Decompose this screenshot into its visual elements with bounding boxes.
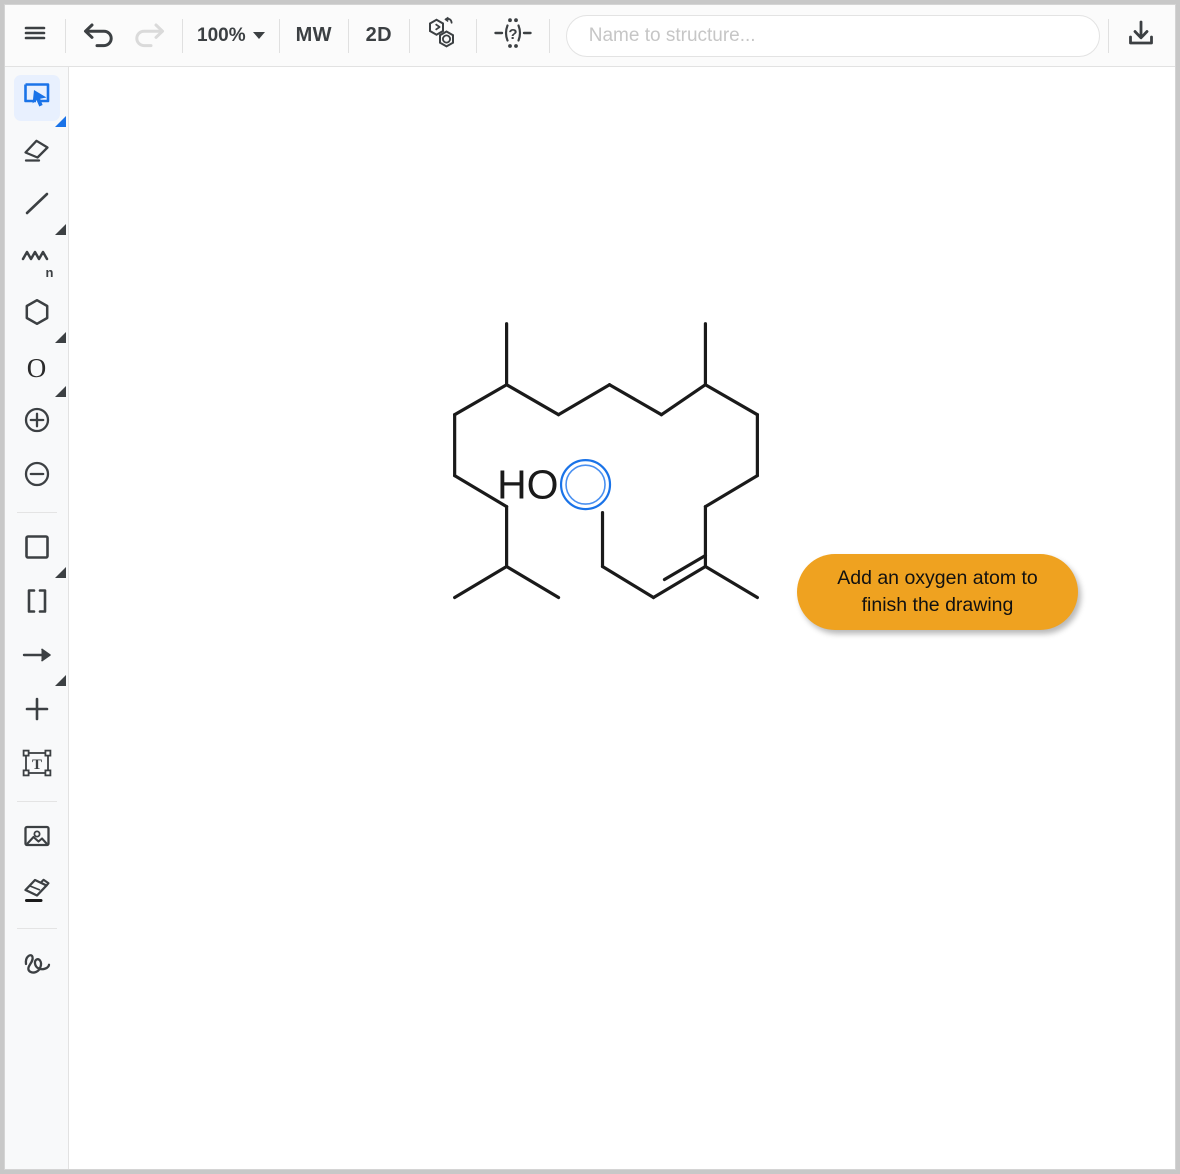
bond-top-2 <box>556 383 612 417</box>
svg-text:?: ? <box>508 26 517 43</box>
toolbar-divider-4 <box>347 18 349 53</box>
toolbar-right-group <box>1100 14 1175 58</box>
sidebar-item-image-tool[interactable] <box>14 815 60 861</box>
hexagon-ring-icon <box>22 297 52 332</box>
bond-right-2 <box>703 474 759 509</box>
bond-isopropyl-right <box>505 564 561 600</box>
atom-label-hydroxyl[interactable]: HO <box>497 462 558 508</box>
minus-circle-icon <box>22 459 52 494</box>
plus-sign-icon <box>22 694 52 729</box>
chevron-down-icon <box>252 32 265 39</box>
sidebar-item-arrow-tool[interactable] <box>14 634 66 686</box>
top-toolbar: 100% MW 2D ? Name to structure... <box>5 5 1175 67</box>
molecular-weight-button[interactable]: MW <box>288 14 340 58</box>
bond-to-oxygen-carbon <box>600 564 656 600</box>
toolbar-divider-5 <box>408 18 410 53</box>
sidebar-item-atom-tool[interactable]: O <box>14 345 66 397</box>
atom-selection-highlight <box>559 459 612 511</box>
tooltip-line-2: finish the drawing <box>861 594 1014 616</box>
toolbar-divider-3 <box>278 18 280 53</box>
toolbar-divider-1 <box>65 18 66 53</box>
submenu-indicator[interactable] <box>54 386 66 397</box>
undo-button[interactable] <box>74 14 124 58</box>
sidebar-item-chain-tool[interactable]: n <box>14 237 60 283</box>
atom-oxygen-icon: O <box>26 352 47 383</box>
submenu-indicator[interactable] <box>54 332 66 343</box>
sidebar-item-text-tool[interactable]: T <box>14 742 60 788</box>
bond-top-1 <box>505 383 561 417</box>
sidebar-item-plus-tool[interactable] <box>14 688 60 734</box>
hamburger-menu-icon <box>22 20 48 51</box>
double-bond-inner-line <box>662 553 708 582</box>
image-icon <box>22 821 52 856</box>
sidebar-divider-1 <box>16 512 57 513</box>
squiggle-icon <box>21 948 53 983</box>
toolbar-divider-2 <box>182 18 183 53</box>
save-download-button[interactable] <box>1117 14 1165 58</box>
undo-arrow-icon <box>82 18 116 53</box>
redo-button[interactable] <box>124 14 174 58</box>
eraser-icon <box>22 135 52 170</box>
square-shape-icon <box>22 532 52 567</box>
sidebar-item-charge-minus-tool[interactable] <box>14 453 60 499</box>
bond-right-1 <box>703 383 759 417</box>
sidebar-item-selection-tool[interactable] <box>13 75 66 127</box>
arrow-right-icon <box>21 642 53 673</box>
sidebar-item-ring-tool[interactable] <box>14 291 66 343</box>
download-icon <box>1125 17 1157 54</box>
bond-top-4 <box>659 383 708 417</box>
submenu-indicator[interactable] <box>54 224 66 235</box>
editor-body: n O T HO Add an oxygen atom to finish th… <box>5 67 1175 1169</box>
application-window: 100% MW 2D ? Name to structure... n O T … <box>4 4 1176 1170</box>
tooltip-callout[interactable]: Add an oxygen atom to finish the drawing <box>797 554 1078 630</box>
tooltip-line-1: Add an oxygen atom to <box>837 567 1038 590</box>
dimension-label: 2D <box>365 24 392 46</box>
toolbar-divider-6 <box>475 18 477 53</box>
redo-arrow-icon <box>132 18 166 53</box>
sidebar-divider-3 <box>16 928 57 929</box>
sidebar-item-clean-tool[interactable] <box>14 869 60 915</box>
tooltip-text: Add an oxygen atom to finish the drawing <box>821 565 1054 619</box>
sidebar-item-brackets-tool[interactable] <box>14 580 60 626</box>
shape-eraser-icon <box>22 875 52 910</box>
svg-text:T: T <box>31 757 41 773</box>
sidebar-item-bond-tool[interactable] <box>14 183 66 235</box>
sidebar-item-freehand-tool[interactable] <box>14 942 60 988</box>
aromatize-button[interactable] <box>418 14 468 58</box>
name-to-structure-input[interactable] <box>565 14 1100 57</box>
tool-sidebar: n O T <box>5 67 69 1169</box>
zoom-level-dropdown[interactable]: 100% <box>191 14 271 58</box>
sidebar-divider-2 <box>16 801 57 802</box>
bond-top-3 <box>607 383 664 417</box>
molecular-weight-label: MW <box>295 24 332 46</box>
submenu-indicator[interactable] <box>54 116 66 127</box>
aromatize-hexagons-icon <box>426 16 460 55</box>
zoom-level-value: 100% <box>197 24 246 46</box>
chain-count-badge: n <box>45 265 54 280</box>
text-box-icon: T <box>21 748 53 783</box>
toolbar-divider-8 <box>1108 18 1109 53</box>
dimension-toggle-button[interactable]: 2D <box>357 14 401 58</box>
submenu-indicator[interactable] <box>54 675 66 686</box>
drawing-canvas[interactable]: HO Add an oxygen atom to finish the draw… <box>69 67 1175 1169</box>
hamburger-menu-button[interactable] <box>13 14 57 58</box>
submenu-indicator[interactable] <box>54 567 66 578</box>
brackets-icon <box>22 586 52 621</box>
sidebar-item-eraser-tool[interactable] <box>14 129 60 175</box>
bond-lower-right-methyl <box>703 564 759 600</box>
sidebar-item-charge-plus-tool[interactable] <box>14 399 60 445</box>
bond-line-icon <box>22 189 52 224</box>
toolbar-divider-7 <box>548 18 550 53</box>
cursor-select-icon <box>22 81 52 116</box>
bond-isopropyl-left <box>453 564 509 600</box>
bond-ul-to-left <box>453 383 509 417</box>
plus-circle-icon <box>22 405 52 440</box>
query-atom-button[interactable]: ? <box>485 14 541 58</box>
query-atom-icon: ? <box>493 16 533 55</box>
sidebar-item-rectangle-tool[interactable] <box>14 526 66 578</box>
tooltip-tail <box>69 79 75 133</box>
